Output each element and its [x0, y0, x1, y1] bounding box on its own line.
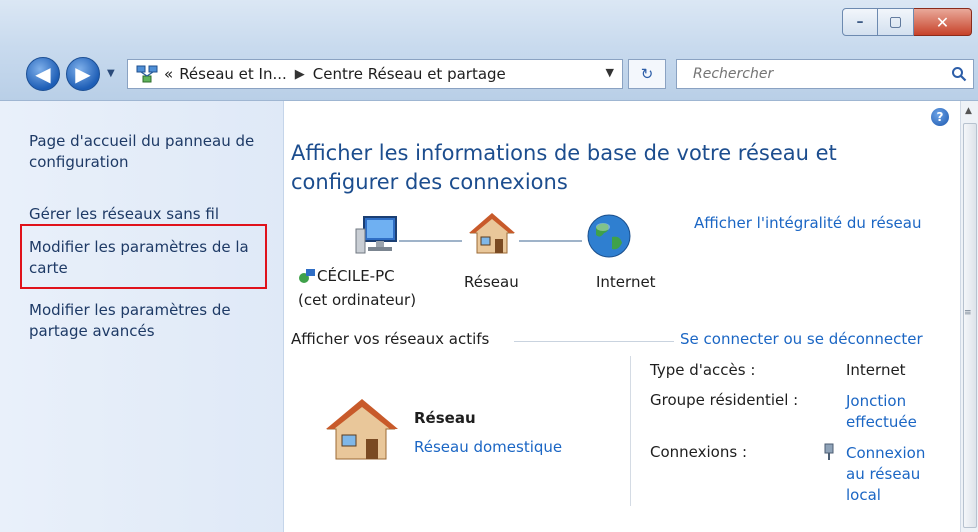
homegroup-label: Groupe résidentiel :	[650, 391, 799, 409]
back-button[interactable]: ◀	[26, 57, 60, 91]
computer-small-icon	[299, 269, 315, 283]
main-content: Afficher les informations de base de vot…	[284, 101, 960, 532]
refresh-button[interactable]: ↻	[628, 59, 666, 89]
active-network-house-icon	[326, 399, 398, 460]
breadcrumb-separator-icon[interactable]: ▶	[295, 67, 305, 82]
navigation-toolbar: ◀ ▶ ▼ « Réseau et In... ▶ Centre Réseau …	[0, 48, 978, 101]
computer-name-label: CÉCILE-PC	[317, 267, 395, 285]
history-dropdown-icon[interactable]: ▼	[107, 68, 115, 79]
close-button[interactable]: ✕	[914, 8, 972, 36]
search-input[interactable]	[691, 65, 935, 83]
network-center-icon	[136, 65, 158, 83]
network-type-link[interactable]: Réseau domestique	[414, 438, 562, 456]
details-divider	[630, 356, 631, 506]
internet-label: Internet	[596, 273, 656, 291]
title-bar: – ▢ ✕	[0, 0, 978, 48]
homegroup-link[interactable]: Jonction effectuée	[846, 391, 936, 433]
forward-button[interactable]: ▶	[66, 57, 100, 91]
minimize-button[interactable]: –	[842, 8, 878, 36]
network-label: Réseau	[464, 273, 519, 291]
vertical-scrollbar[interactable]: ▲ ≡	[960, 101, 978, 532]
page-title: Afficher les informations de base de vot…	[291, 141, 837, 194]
sidebar-item-advanced-sharing[interactable]: Modifier les paramètres de partage avanc…	[29, 300, 277, 342]
highlight-box	[20, 224, 267, 289]
access-type-label: Type d'accès :	[650, 361, 756, 379]
scrollbar-grip-icon: ≡	[964, 308, 972, 318]
address-dropdown-icon[interactable]: ▼	[606, 66, 614, 79]
connect-disconnect-link[interactable]: Se connecter ou se déconnecter	[680, 330, 923, 348]
view-full-map-link[interactable]: Afficher l'intégralité du réseau	[694, 214, 921, 232]
section-divider	[514, 341, 674, 342]
scroll-up-icon[interactable]: ▲	[965, 106, 972, 116]
left-navigation-pane: Page d'accueil du panneau de configurati…	[0, 101, 284, 532]
local-connection-link[interactable]: Connexion au réseau local	[846, 443, 946, 506]
computer-sub-label: (cet ordinateur)	[298, 291, 417, 309]
caption-buttons: – ▢ ✕	[842, 8, 972, 36]
network-cable-icon	[824, 443, 834, 460]
computer-icon[interactable]	[354, 213, 406, 263]
connections-label: Connexions :	[650, 443, 747, 461]
active-network-name: Réseau	[414, 409, 476, 427]
sidebar-item-control-panel-home[interactable]: Page d'accueil du panneau de configurati…	[29, 131, 277, 173]
sidebar-item-manage-wireless[interactable]: Gérer les réseaux sans fil	[29, 204, 277, 225]
breadcrumb-overflow[interactable]: «	[164, 65, 173, 83]
access-type-value: Internet	[846, 361, 906, 379]
search-icon[interactable]	[951, 66, 967, 82]
maximize-button[interactable]: ▢	[878, 8, 914, 36]
breadcrumb-item-network-internet[interactable]: Réseau et In...	[179, 65, 287, 83]
active-networks-title: Afficher vos réseaux actifs	[291, 330, 490, 348]
search-box[interactable]	[676, 59, 974, 89]
breadcrumb-item-network-center[interactable]: Centre Réseau et partage	[313, 65, 506, 83]
scrollbar-thumb[interactable]	[963, 123, 977, 528]
address-bar[interactable]: « Réseau et In... ▶ Centre Réseau et par…	[127, 59, 623, 89]
network-house-icon[interactable]	[467, 211, 517, 261]
internet-globe-icon[interactable]	[584, 211, 634, 261]
